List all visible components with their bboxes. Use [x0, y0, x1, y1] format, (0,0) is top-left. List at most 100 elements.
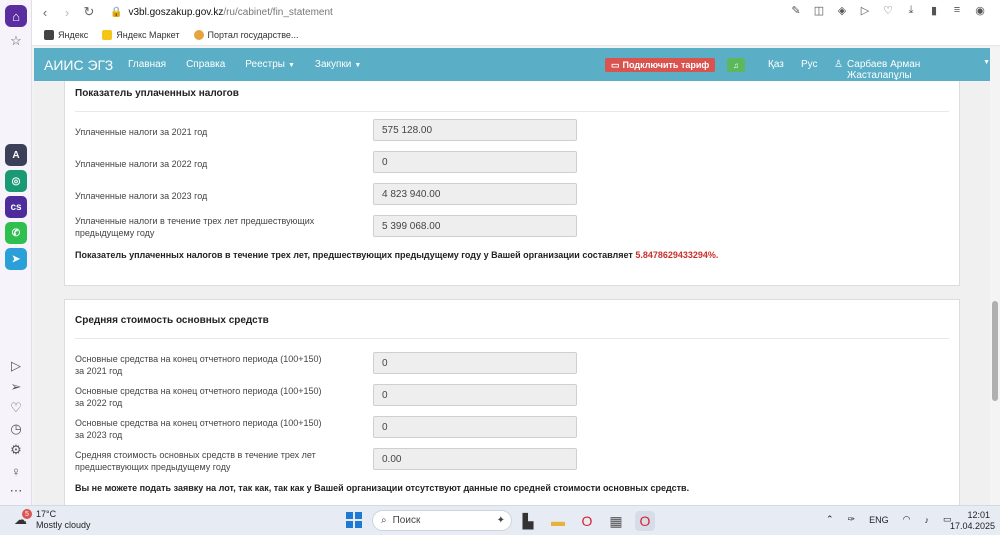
assets-2021-field: 0 [373, 352, 577, 374]
camera-icon[interactable]: ◫ [813, 4, 825, 17]
telegram-icon[interactable]: ➤ [5, 248, 27, 270]
user-name: Сарбаев Арман Жасталапұлы [846, 59, 921, 81]
notifications-button[interactable]: ♫ [727, 58, 745, 72]
nav-help[interactable]: Справка [186, 59, 225, 70]
wifi-icon[interactable]: ◠ [903, 514, 911, 525]
home-icon[interactable]: ⌂ [5, 5, 27, 27]
file-explorer-icon[interactable]: ▬ [548, 511, 568, 531]
taxes-title: Показатель уплаченных налогов [75, 88, 239, 99]
lang-ru[interactable]: Рус [801, 59, 818, 70]
clock-date: 17.04.2025 [950, 521, 996, 531]
lang-kz[interactable]: Қаз [768, 59, 784, 70]
divider [75, 111, 949, 112]
caret-down-icon: ▼ [354, 62, 362, 69]
weather-desc: Mostly cloudy [36, 520, 91, 530]
weather-widget[interactable]: ☁ 5 17°C Mostly cloudy [14, 509, 91, 531]
assets-average-label: Средняя стоимость основных средств в теч… [75, 450, 316, 472]
search-highlight-icon: ✦ [496, 515, 505, 526]
back-icon[interactable]: ‹ [34, 5, 56, 20]
tax-2023-field: 4 823 940.00 [373, 183, 577, 205]
send-icon[interactable]: ➢ [5, 376, 27, 398]
page-scrollbar[interactable] [990, 48, 1000, 505]
scroll-thumb[interactable] [992, 301, 998, 401]
assets-2021-label: Основные средства на конец отчетного пер… [75, 354, 322, 376]
url-field[interactable]: 🔒 v3bl.goszakup.gov.kz/ru/cabinet/fin_st… [110, 7, 333, 18]
clock-time: 12:01 [967, 510, 990, 520]
tax-summary-text: Показатель уплаченных налогов в течение … [75, 250, 636, 260]
pen-icon[interactable]: ✑ [848, 514, 856, 525]
tax-total-label: Уплаченные налоги в течение трех лет пре… [75, 216, 315, 238]
browser-sidebar: ⌂ ☆ A ◎ cs ✆ ➤ ▷ ➢ ♡ ◷ ⚙ ♀ ⋯ [0, 0, 32, 505]
user-menu[interactable]: ♙ Сарбаев Арман Жасталапұлы ▼ [834, 59, 990, 81]
temperature: 17°C [36, 509, 57, 519]
reload-icon[interactable]: ↻ [78, 4, 100, 20]
download-icon[interactable]: ⤓ [905, 4, 917, 17]
tax-2021-field: 575 128.00 [373, 119, 577, 141]
assets-2022-label: Основные средства на конец отчетного пер… [75, 386, 322, 408]
cs-app-icon[interactable]: cs [5, 196, 27, 218]
connect-tariff-button[interactable]: ▭ Подключить тариф [605, 58, 716, 72]
battery-icon[interactable]: ▮ [928, 4, 940, 17]
player-icon[interactable]: ▷ [5, 355, 27, 377]
calculator-icon[interactable]: ▦ [606, 511, 626, 531]
windows-start-icon[interactable] [346, 512, 362, 528]
heart-icon[interactable]: ♡ [5, 397, 27, 419]
aria-app-icon[interactable]: A [5, 144, 27, 166]
tax-summary-percent: 5.8478629433294% [635, 250, 716, 260]
taskbar-search[interactable]: ⌕ Поиск ✦ [372, 510, 512, 531]
bookmark-label: Портал государстве... [207, 29, 299, 40]
portal-icon [193, 29, 204, 40]
more-icon[interactable]: ⋯ [5, 480, 27, 502]
bookmark-yandex[interactable]: Яндекс [44, 29, 89, 40]
forward-icon[interactable]: › [56, 5, 78, 20]
bookmark-label: Яндекс [58, 29, 89, 40]
user-icon: ♙ [834, 59, 843, 70]
play-icon[interactable]: ▷ [859, 4, 871, 17]
history-icon[interactable]: ◷ [5, 418, 27, 440]
nav-registries-label: Реестры [245, 59, 285, 70]
bookmark-yandex-market[interactable]: Яндекс Маркет [102, 29, 180, 40]
nav-home[interactable]: Главная [128, 59, 166, 70]
taxes-panel: Показатель уплаченных налогов Уплаченные… [64, 81, 960, 286]
tips-icon[interactable]: ♀ [5, 460, 27, 482]
bell-icon: ♫ [733, 60, 739, 70]
nav-registries[interactable]: Реестры ▼ [245, 59, 295, 70]
chevron-up-icon[interactable]: ⌃ [826, 514, 834, 525]
terminal-app-icon[interactable]: ▙ [518, 511, 538, 531]
clock[interactable]: 12:01 17.04.2025 [950, 510, 996, 532]
opera-active-icon[interactable]: O [635, 511, 655, 531]
system-tray: ⌃ ✑ ENG ◠ ♪ ▭ [826, 514, 951, 525]
profile-icon[interactable]: ◉ [974, 4, 986, 17]
url-host: v3bl.goszakup.gov.kz [128, 6, 224, 18]
assets-2023-label: Основные средства на конец отчетного пер… [75, 418, 322, 440]
whatsapp-icon[interactable]: ✆ [5, 222, 27, 244]
assets-average-field: 0.00 [373, 448, 577, 470]
address-bar: ‹ › ↻ 🔒 v3bl.goszakup.gov.kz/ru/cabinet/… [32, 0, 1000, 24]
assets-panel: Средняя стоимость основных средств Основ… [64, 299, 960, 505]
weather-icon: ☁ 5 [14, 509, 32, 528]
tax-2022-label: Уплаченные налоги за 2022 год [75, 159, 208, 169]
menu-icon[interactable]: ≡ [951, 4, 963, 17]
language-indicator[interactable]: ENG [869, 515, 889, 525]
opera-icon[interactable]: O [577, 511, 597, 531]
tariff-label: Подключить тариф [622, 60, 710, 70]
star-icon[interactable]: ☆ [5, 30, 27, 52]
site-navbar: АИИС ЭГЗ Главная Справка Реестры ▼ Закупк… [34, 48, 990, 81]
bookmark-portal[interactable]: Портал государстве... [193, 29, 299, 40]
taskbar: ☁ 5 17°C Mostly cloudy ⌕ Поиск ✦ ▙ ▬ O ▦ O… [0, 505, 1000, 535]
lock-icon: 🔒 [110, 6, 123, 18]
url-path: /ru/cabinet/fin_statement [223, 6, 333, 18]
favorite-icon[interactable]: ♡ [882, 4, 894, 17]
weather-badge: 5 [22, 509, 32, 519]
edit-icon[interactable]: ✎ [790, 4, 802, 17]
nav-purchases[interactable]: Закупки ▼ [315, 59, 361, 70]
assets-2022-field: 0 [373, 384, 577, 406]
settings-icon[interactable]: ⚙ [5, 439, 27, 461]
assets-warning: Вы не можете подать заявку на лот, так к… [75, 483, 690, 493]
chatgpt-icon[interactable]: ◎ [5, 170, 27, 192]
site-brand[interactable]: АИИС ЭГЗ [34, 57, 118, 73]
volume-icon[interactable]: ♪ [924, 515, 929, 525]
tax-total-field: 5 399 068.00 [373, 215, 577, 237]
shield-icon[interactable]: ◈ [836, 4, 848, 17]
assets-2023-field: 0 [373, 416, 577, 438]
